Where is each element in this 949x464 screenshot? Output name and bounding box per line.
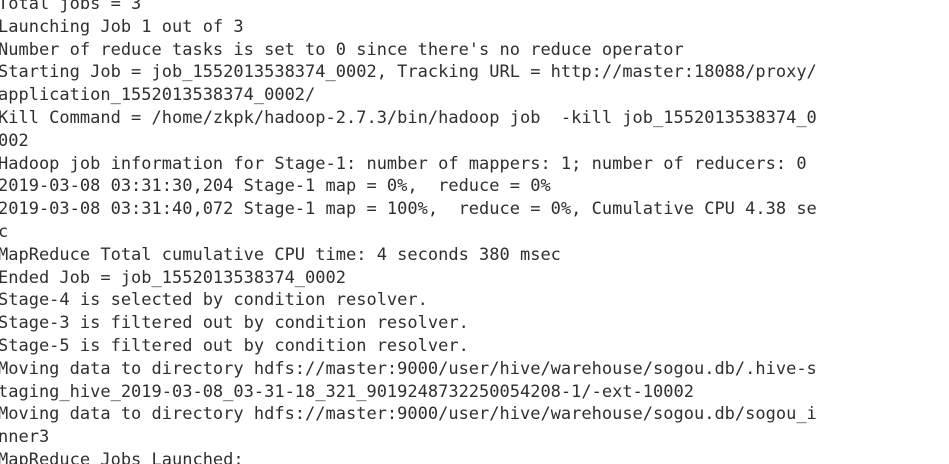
terminal-line: application_1552013538374_0002/ (0, 85, 316, 106)
terminal-line: Ended Job = job_1552013538374_0002 (0, 267, 346, 288)
terminal-line: 2019-03-08 03:31:40,072 Stage-1 map = 10… (0, 199, 817, 220)
terminal-line: Launching Job 1 out of 3 (0, 16, 244, 37)
terminal-line: 002 (0, 130, 29, 151)
terminal-line: taging_hive_2019-03-08_03-31-18_321_9019… (0, 381, 694, 402)
terminal-line: c (0, 221, 9, 242)
terminal-line: MapReduce Jobs Launched: (0, 449, 244, 464)
terminal-line: Hadoop job information for Stage-1: numb… (0, 153, 807, 174)
terminal-line: nner3 (0, 427, 50, 448)
terminal-line: Stage-5 is filtered out by condition res… (0, 335, 469, 356)
terminal-line: Stage-3 is filtered out by condition res… (0, 313, 469, 334)
terminal-window[interactable]: Total jobs = 3 Launching Job 1 out of 3 Nu… (0, 0, 949, 464)
terminal-line: Moving data to directory hdfs://master:9… (0, 358, 817, 379)
terminal-line: Starting Job = job_1552013538374_0002, T… (0, 62, 817, 83)
terminal-output: Total jobs = 3 Launching Job 1 out of 3 Nu… (0, 0, 817, 464)
terminal-line: Moving data to directory hdfs://master:9… (0, 404, 817, 425)
terminal-line: Number of reduce tasks is set to 0 since… (0, 39, 684, 60)
terminal-line: Total jobs = 3 (0, 0, 142, 14)
terminal-line: Stage-4 is selected by condition resolve… (0, 290, 428, 311)
terminal-line: 2019-03-08 03:31:30,204 Stage-1 map = 0%… (0, 176, 551, 197)
terminal-line: Kill Command = /home/zkpk/hadoop-2.7.3/b… (0, 107, 817, 128)
terminal-line: MapReduce Total cumulative CPU time: 4 s… (0, 244, 561, 265)
